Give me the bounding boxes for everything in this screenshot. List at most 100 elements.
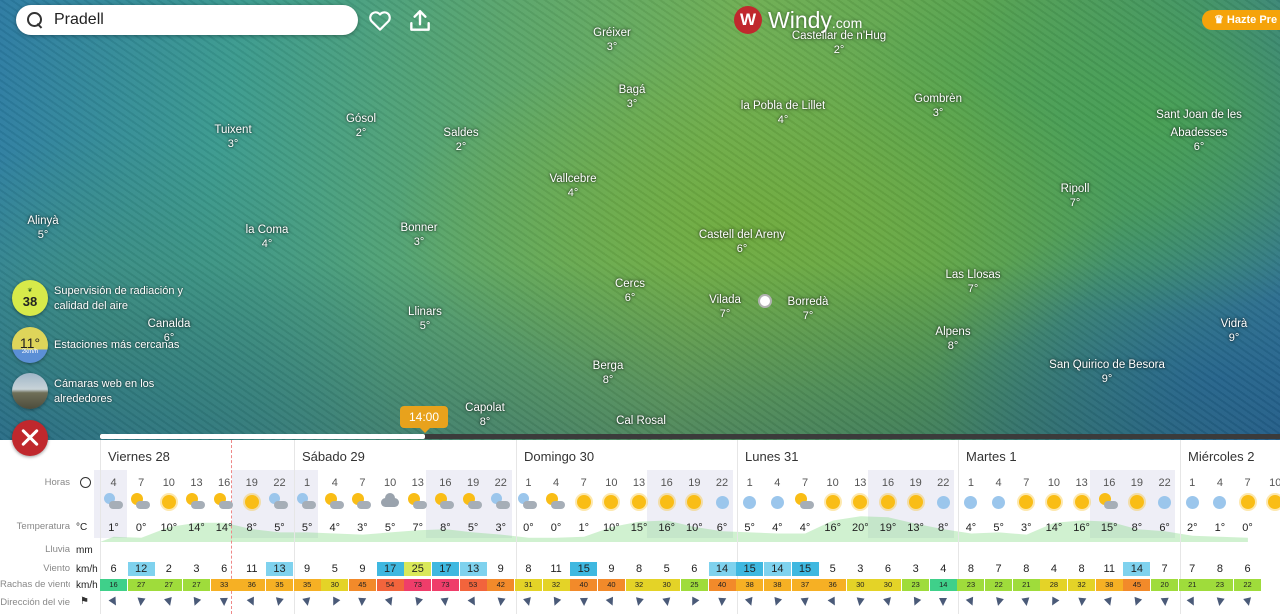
hour-cell: 13 xyxy=(1075,477,1088,489)
wind-direction-arrow-icon xyxy=(764,596,791,608)
day-label[interactable]: Sábado 29 xyxy=(302,449,365,464)
town-label[interactable]: Gósol 2° xyxy=(346,112,376,140)
town-label[interactable]: Tuixent 3° xyxy=(214,123,251,151)
town-label[interactable]: Bagá 3° xyxy=(619,83,646,111)
town-label[interactable]: Alinyà 5° xyxy=(27,214,58,242)
town-label[interactable]: Alpens 8° xyxy=(935,325,970,353)
wind-direction-arrow-icon xyxy=(211,596,238,608)
wind-cell: 11 xyxy=(1103,563,1115,575)
row-unit-gust[interactable]: km/h xyxy=(76,580,98,591)
day-label[interactable]: Domingo 30 xyxy=(524,449,594,464)
wind-direction-arrow-icon xyxy=(100,596,127,608)
temperature-cell: 0° xyxy=(550,522,562,534)
share-icon[interactable] xyxy=(407,8,433,34)
town-label[interactable]: Vallcebre 4° xyxy=(549,172,596,200)
town-label[interactable]: Capolat 8° xyxy=(465,401,505,429)
timeline-time-bubble[interactable]: 14:00 xyxy=(400,406,448,433)
weather-icon xyxy=(792,492,819,512)
wind-cell: 5 xyxy=(331,563,338,575)
row-unit-temp[interactable]: °C xyxy=(76,522,87,533)
town-temp: 7° xyxy=(802,310,814,322)
town-label[interactable]: Sant Joan de les xyxy=(1156,108,1242,122)
town-label[interactable]: Gombrèn 3° xyxy=(914,92,962,120)
temperature-cell: 5° xyxy=(274,522,285,534)
wind-cell: 8 xyxy=(525,563,532,575)
weather-icon xyxy=(570,492,597,512)
town-label[interactable]: Vidrà 9° xyxy=(1221,317,1248,345)
town-temp: 4° xyxy=(567,187,579,199)
search-input[interactable] xyxy=(52,10,346,30)
wind-cell: 8 xyxy=(1078,563,1085,575)
temperature-cell: 8° xyxy=(440,522,451,534)
wind-cell: 15 xyxy=(570,562,598,576)
gust-cell: 73 xyxy=(404,579,432,591)
town-label[interactable]: Las Llosas 7° xyxy=(946,268,1001,296)
gust-cell: 25 xyxy=(680,579,708,591)
town-label[interactable]: Cal Rosal xyxy=(616,414,666,428)
wind-direction-arrow-icon xyxy=(902,596,929,608)
row-unit-wind[interactable]: km/h xyxy=(76,564,98,575)
wind-cell: 9 xyxy=(304,563,311,575)
row-label-direction: Dirección del vie xyxy=(0,597,70,608)
gust-cell: 20 xyxy=(1151,579,1179,591)
hour-cell: 1 xyxy=(304,477,311,489)
temperature-cell: 7° xyxy=(412,522,424,534)
town-label[interactable]: Vilada 7° xyxy=(709,293,741,321)
town-label[interactable]: Gréixer 3° xyxy=(593,26,631,54)
wind-direction-arrow-icon xyxy=(238,596,265,608)
weather-icon xyxy=(957,492,984,512)
close-forecast-button[interactable] xyxy=(12,420,48,456)
gust-cell: 40 xyxy=(570,579,598,591)
weather-icon xyxy=(321,492,348,512)
wind-cell: 14 xyxy=(708,562,736,576)
town-label[interactable]: Cercs 6° xyxy=(615,277,645,305)
gust-cell: 31 xyxy=(514,579,542,591)
day-label[interactable]: Miércoles 2 xyxy=(1188,449,1254,464)
wind-cell: 4 xyxy=(1050,563,1057,575)
weather-icon xyxy=(404,492,431,512)
gust-cell: 42 xyxy=(487,579,515,591)
town-temp: 3° xyxy=(413,236,425,248)
day-label[interactable]: Martes 1 xyxy=(966,449,1017,464)
row-unit-rain[interactable]: mm xyxy=(76,545,93,556)
weather-icon xyxy=(238,492,265,512)
timeline-bar[interactable] xyxy=(100,434,1280,439)
town-label[interactable]: la Pobla de Lillet 4° xyxy=(741,99,825,127)
weather-icon xyxy=(819,492,846,512)
town-name: Saldes xyxy=(443,127,479,139)
day-label[interactable]: Viernes 28 xyxy=(108,449,170,464)
town-label[interactable]: Castell del Areny 6° xyxy=(699,228,785,256)
temperature-cell: 2° xyxy=(1186,522,1198,534)
wind-cell: 9 xyxy=(608,563,615,575)
town-label[interactable]: Saldes 2° xyxy=(443,126,478,154)
row-label-wind: Viento xyxy=(43,563,70,574)
hour-cell: 19 xyxy=(1130,477,1144,489)
town-label[interactable]: Borredà 7° xyxy=(788,295,829,323)
weather-icon xyxy=(1096,492,1123,512)
town-label[interactable]: Abadesses 6° xyxy=(1171,126,1228,154)
weather-icon xyxy=(1013,492,1040,512)
town-temp: 6° xyxy=(624,292,636,304)
wind-cell: 15 xyxy=(791,562,819,576)
search-bar[interactable] xyxy=(16,5,358,35)
day-label[interactable]: Lunes 31 xyxy=(745,449,799,464)
favorite-heart-icon[interactable] xyxy=(367,8,393,34)
town-label[interactable]: San Quirico de Besora 9° xyxy=(1049,358,1165,386)
location-pin[interactable] xyxy=(758,294,772,308)
town-name: Las Llosas xyxy=(945,269,1001,281)
hour-cell: 16 xyxy=(218,477,231,489)
windy-logo[interactable]: W Windy.com xyxy=(734,6,862,34)
station-wind: 2km/h xyxy=(21,349,39,355)
town-label[interactable]: la Coma 4° xyxy=(246,223,289,251)
row-label-temp: Temperatura xyxy=(16,521,70,532)
leaf-icon: ❦ 38 xyxy=(12,280,48,316)
premium-button[interactable]: ♛ Hazte Pre xyxy=(1202,10,1280,30)
temperature-cell: 14° xyxy=(215,522,233,534)
town-label[interactable]: Berga 8° xyxy=(593,359,624,387)
town-label[interactable]: Ripoll 7° xyxy=(1061,182,1090,210)
town-label[interactable]: Bonner 3° xyxy=(400,221,437,249)
gust-cell: 40 xyxy=(708,579,736,591)
town-label[interactable]: Llinars 5° xyxy=(408,305,442,333)
temperature-cell: 14° xyxy=(188,522,205,534)
temperature-cell: 19° xyxy=(879,522,897,534)
